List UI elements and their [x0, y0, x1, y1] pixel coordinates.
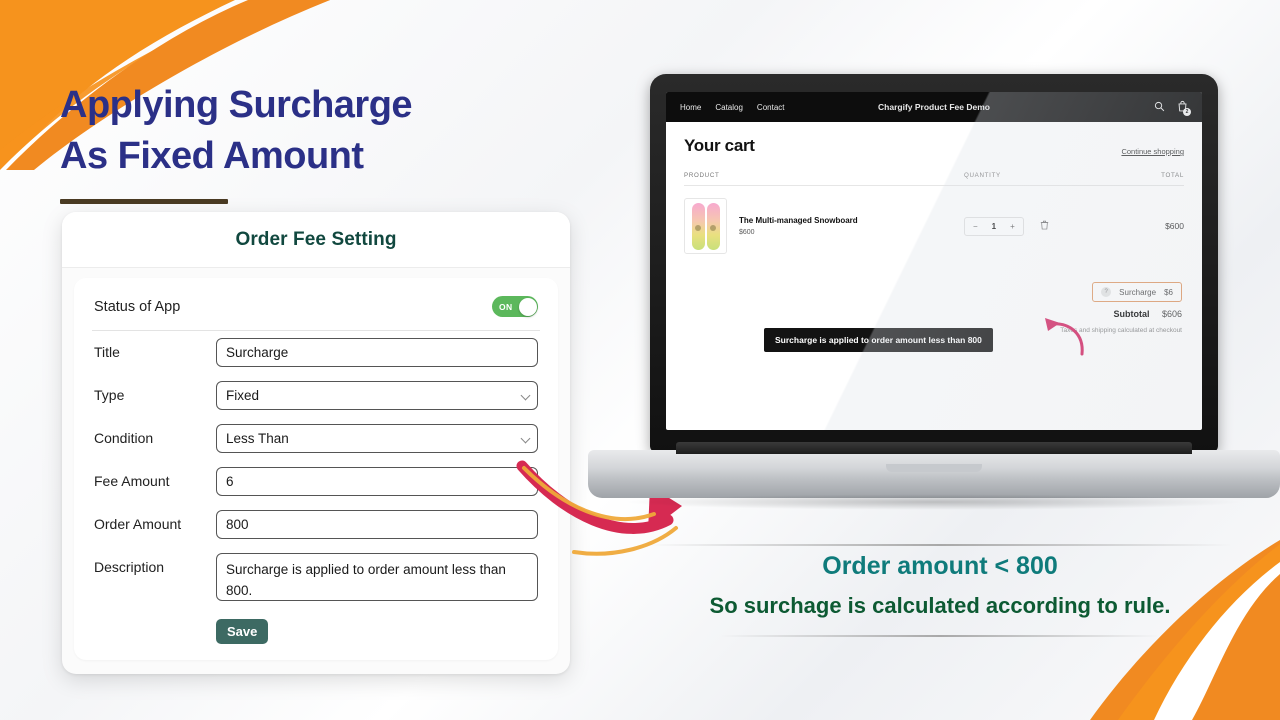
column-header-product: PRODUCT — [684, 172, 720, 179]
laptop-trackpad-notch — [886, 464, 982, 472]
cart-column-headers: PRODUCT QUANTITY TOTAL — [684, 172, 1184, 186]
bottom-caption: Order amount < 800 So surchage is calcul… — [640, 544, 1240, 637]
cart-page: Your cart Continue shopping PRODUCT QUAN… — [666, 122, 1202, 334]
field-row-type: Type Fixed — [92, 374, 540, 417]
line-item-info: The Multi-managed Snowboard $600 — [727, 216, 964, 236]
control-condition: Less Than — [216, 424, 538, 453]
store-navbar: Home Catalog Contact Chargify Product Fe… — [666, 92, 1202, 122]
subtotal-label: Subtotal — [1113, 309, 1150, 319]
snowboard-image-right — [706, 202, 720, 250]
save-row: Save — [92, 613, 540, 644]
fee-amount-input[interactable] — [216, 467, 538, 496]
save-button[interactable]: Save — [216, 619, 269, 644]
snowboard-image-left — [691, 202, 705, 250]
caption-line-2: So surchage is calculated according to r… — [709, 593, 1171, 618]
description-textarea[interactable] — [216, 553, 538, 601]
product-thumbnail[interactable] — [684, 198, 727, 254]
status-of-app-toggle[interactable]: ON — [492, 296, 538, 317]
field-row-fee-amount: Fee Amount — [92, 460, 540, 503]
card-body: Status of App ON Title Type Fixed — [62, 268, 570, 674]
nav-item-home[interactable]: Home — [680, 103, 701, 112]
line-item-total: $600 — [1165, 221, 1184, 231]
page-headline: Applying Surcharge As Fixed Amount — [60, 80, 580, 205]
subtotal-value: $606 — [1161, 309, 1182, 319]
quantity-cell: − 1 + — [964, 216, 1114, 236]
laptop-lid: Home Catalog Contact Chargify Product Fe… — [650, 74, 1218, 452]
page-title: Applying Surcharge As Fixed Amount — [60, 80, 580, 181]
product-title[interactable]: The Multi-managed Snowboard — [739, 216, 964, 225]
field-row-title: Title — [92, 331, 540, 374]
surcharge-tooltip: Surcharge is applied to order amount les… — [764, 328, 993, 352]
type-select[interactable]: Fixed — [216, 381, 538, 410]
control-order-amount — [216, 510, 538, 539]
control-type: Fixed — [216, 381, 538, 410]
control-title — [216, 338, 538, 367]
laptop-screen: Home Catalog Contact Chargify Product Fe… — [666, 92, 1202, 430]
field-row-condition: Condition Less Than — [92, 417, 540, 460]
laptop-base — [588, 442, 1280, 498]
quantity-decrease-button[interactable]: − — [973, 222, 978, 231]
quantity-value[interactable]: 1 — [992, 222, 996, 231]
surcharge-row: ? Surcharge $6 — [1092, 282, 1182, 302]
label-title: Title — [94, 344, 120, 360]
subtotal-row: Subtotal $606 — [684, 309, 1182, 319]
toggle-state-label: ON — [499, 301, 513, 312]
field-row-description: Description — [92, 546, 540, 613]
caption-divider-bottom — [720, 635, 1160, 637]
continue-shopping-link[interactable]: Continue shopping — [1121, 147, 1184, 156]
cart-line-item: The Multi-managed Snowboard $600 − 1 + $… — [684, 186, 1184, 254]
condition-select[interactable]: Less Than — [216, 424, 538, 453]
label-condition: Condition — [94, 430, 154, 446]
label-fee-amount: Fee Amount — [94, 473, 170, 489]
trash-icon[interactable] — [1040, 220, 1049, 232]
question-mark-icon[interactable]: ? — [1101, 287, 1112, 297]
cart-bag-icon[interactable]: 2 — [1177, 100, 1191, 116]
order-fee-setting-card: Order Fee Setting Status of App ON Title… — [62, 212, 570, 674]
quantity-stepper[interactable]: − 1 + — [964, 216, 1024, 236]
surcharge-label: Surcharge — [1119, 287, 1157, 297]
laptop-shadow — [622, 494, 1246, 510]
order-amount-input[interactable] — [216, 510, 538, 539]
cart-header: Your cart Continue shopping — [684, 136, 1184, 156]
column-header-total: TOTAL — [1161, 172, 1184, 179]
control-fee-amount — [216, 467, 538, 496]
laptop-mockup: Home Catalog Contact Chargify Product Fe… — [588, 74, 1280, 514]
control-description — [216, 553, 538, 606]
caption-divider-top — [648, 544, 1232, 546]
caption-line-1: Order amount < 800 — [822, 552, 1058, 580]
search-icon[interactable] — [1154, 101, 1165, 114]
field-row-order-amount: Order Amount — [92, 503, 540, 546]
label-description: Description — [94, 559, 165, 575]
status-of-app-label: Status of App — [94, 298, 181, 315]
cart-totals: ? Surcharge $6 Subtotal $606 Taxes and s… — [684, 280, 1184, 334]
toggle-knob — [518, 297, 537, 316]
title-input[interactable] — [216, 338, 538, 367]
product-unit-price: $600 — [739, 229, 755, 236]
label-type: Type — [94, 387, 125, 403]
quantity-increase-button[interactable]: + — [1010, 222, 1015, 231]
headline-underline — [60, 199, 228, 205]
card-header: Order Fee Setting — [62, 212, 570, 268]
store-nav-links: Home Catalog Contact — [680, 103, 785, 112]
surcharge-value: $6 — [1164, 287, 1173, 297]
nav-item-contact[interactable]: Contact — [757, 103, 785, 112]
nav-item-catalog[interactable]: Catalog — [715, 103, 743, 112]
card-title: Order Fee Setting — [235, 229, 397, 250]
column-header-quantity: QUANTITY — [964, 172, 1001, 179]
headline-line-2: As Fixed Amount — [60, 134, 364, 177]
status-of-app-row: Status of App ON — [92, 282, 540, 331]
store-nav-icons: 2 — [1154, 100, 1191, 116]
label-order-amount: Order Amount — [94, 516, 182, 532]
settings-form: Status of App ON Title Type Fixed — [74, 278, 558, 660]
cart-count-badge: 2 — [1183, 108, 1191, 116]
headline-line-1: Applying Surcharge — [60, 84, 413, 126]
cart-title: Your cart — [684, 136, 755, 155]
